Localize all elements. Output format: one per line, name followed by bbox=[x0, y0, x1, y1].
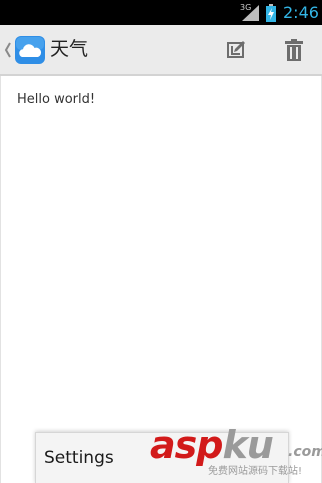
delete-button[interactable] bbox=[274, 25, 314, 74]
watermark-text: aspku bbox=[150, 423, 274, 467]
watermark-domain: .com bbox=[288, 444, 322, 460]
watermark-tagline: 免费网站源码下载站! bbox=[208, 466, 303, 477]
signal-icon bbox=[242, 5, 259, 21]
watermark-asp: asp bbox=[150, 423, 223, 467]
hello-text: Hello world! bbox=[17, 92, 96, 107]
divider bbox=[0, 76, 1, 483]
battery-charging-icon bbox=[266, 4, 276, 22]
edit-button[interactable] bbox=[216, 25, 256, 74]
cloud-icon bbox=[15, 36, 45, 64]
back-chevron-icon bbox=[4, 42, 11, 58]
status-bar: 3G 2:46 bbox=[0, 0, 322, 25]
menu-item-label: Settings bbox=[44, 448, 114, 468]
edit-icon bbox=[227, 41, 245, 58]
trash-icon bbox=[285, 39, 303, 61]
home-up-button[interactable] bbox=[0, 25, 48, 74]
app-title: 天气 bbox=[50, 38, 89, 60]
screen: 3G 2:46 天气 Hello world! Settings aspku .… bbox=[0, 0, 322, 483]
action-bar: 天气 bbox=[0, 25, 322, 76]
main-content: Hello world! bbox=[0, 76, 322, 483]
status-clock: 2:46 bbox=[283, 3, 319, 22]
watermark-logo: aspku .com 免费网站源码下载站! bbox=[150, 424, 322, 483]
watermark-ku: ku bbox=[222, 423, 273, 467]
